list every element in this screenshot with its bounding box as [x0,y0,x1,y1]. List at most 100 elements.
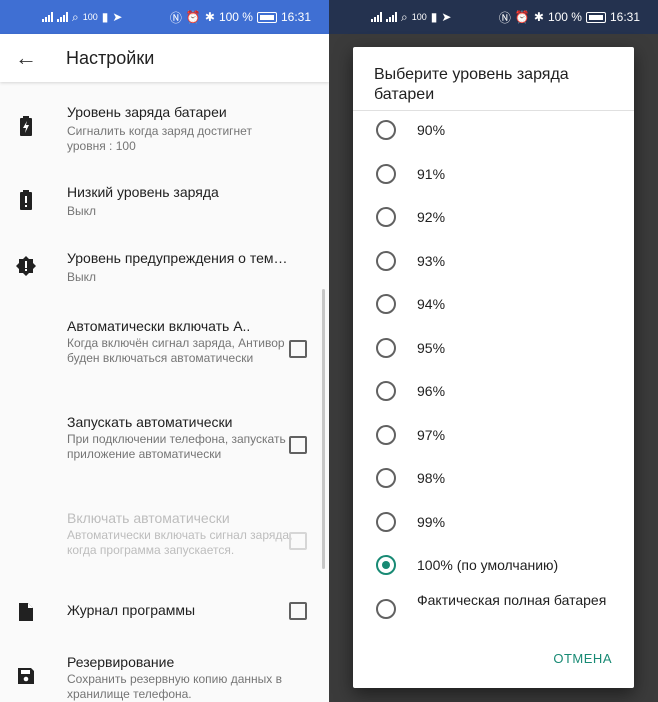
app-bar: ← Настройки [0,34,329,82]
battery-percent: 100 % [547,10,582,24]
dialog-screen: ⌕ 100 ▮ ➤ Ⓝ ⏰ ✱ 100 % 16:31 Выберите уро… [329,0,658,702]
signal-icon [386,12,397,22]
option-item[interactable]: 95% [353,328,634,368]
radio-button[interactable] [376,598,396,619]
setting-title: Уровень предупреждения о темпе.. [67,250,293,266]
save-icon [16,666,36,686]
temperature-alert-icon [16,256,36,276]
radio-button[interactable] [376,381,396,401]
option-label: 96% [417,383,446,399]
clock: 16:31 [280,10,311,24]
option-item[interactable]: 92% [353,197,634,237]
setting-low-battery[interactable]: Низкий уровень заряда Выкл [0,182,329,226]
network-speed: 100 [411,12,427,22]
setting-summary: Автоматически включать сигнал заряда, ко… [67,528,293,557]
option-label: 95% [417,339,446,356]
setting-summary: Сигналить когда заряд достигнет уровня :… [67,124,252,153]
setting-auto-alarm: Включать автоматически Автоматически вкл… [0,508,329,574]
setting-title: Резервирование [67,654,175,670]
telegram-icon: ➤ [441,10,452,24]
bluetooth-icon: ✱ [204,10,215,24]
settings-list: Уровень заряда батареи Сигналить когда з… [0,84,329,702]
scrollbar[interactable] [322,289,325,569]
sim-icon: ▮ [101,10,109,24]
clock: 16:31 [609,10,640,24]
setting-title: Запускать автоматически [67,414,233,430]
option-label: 91% [417,165,446,182]
option-item[interactable]: 98% [353,458,634,498]
setting-autostart[interactable]: Запускать автоматически При подключении … [0,412,329,478]
option-label: 93% [417,252,446,269]
telegram-icon: ➤ [112,10,123,24]
status-bar: ⌕ 100 ▮ ➤ Ⓝ ⏰ ✱ 100 % 16:31 [329,0,658,34]
cancel-button[interactable]: ОТМЕНА [553,651,612,666]
sim-icon: ▮ [430,10,438,24]
radio-button[interactable] [376,250,396,271]
signal-icon [42,12,53,22]
option-item[interactable]: 100% (по умолчанию) [353,545,634,585]
back-arrow-icon[interactable]: ← [0,45,52,71]
battery-percent: 100 % [218,10,253,24]
autostart-checkbox[interactable] [289,436,307,454]
setting-temperature-warning[interactable]: Уровень предупреждения о темпе.. Выкл [0,248,329,292]
setting-battery-level[interactable]: Уровень заряда батареи Сигналить когда з… [0,102,329,162]
radio-button[interactable] [376,424,396,445]
setting-title: Журнал программы [67,602,196,618]
nfc-icon: Ⓝ [498,10,511,25]
option-item[interactable]: 94% [353,284,634,324]
option-label: Фактическая полная батарея [417,591,607,608]
radio-button[interactable] [376,120,396,140]
radio-button[interactable] [376,294,396,314]
wifi-icon: ⌕ [72,9,79,24]
setting-title: Уровень заряда батареи [67,104,227,120]
battery-alert-icon [16,190,36,210]
option-item[interactable]: 91% [353,154,634,194]
radio-button[interactable] [376,337,396,358]
battery-level-dialog: Выберите уровень заряда батареи 90% 91% 92… [353,47,634,688]
signal-icon [371,12,382,22]
option-label: 92% [417,209,446,225]
option-label: 99% [417,513,446,530]
option-item[interactable]: Фактическая полная батарея [353,589,634,629]
setting-title: Включать автоматически [67,510,230,526]
nfc-icon: Ⓝ [169,10,182,25]
setting-title: Автоматически включать А.. [67,318,251,334]
auto-alarm-checkbox [289,532,307,550]
bluetooth-icon: ✱ [533,10,544,24]
settings-screen: ⌕ 100 ▮ ➤ Ⓝ ⏰ ✱ 100 % 16:31 ← Настройки … [0,0,329,702]
option-label: 94% [417,296,446,312]
option-item[interactable]: 90% [353,110,634,150]
option-label: 90% [417,122,446,138]
signal-icon [57,12,68,22]
setting-summary: Когда включён сигнал заряда, Антивор буд… [67,336,285,365]
option-item[interactable]: 96% [353,371,634,411]
radio-button[interactable] [376,207,396,227]
option-item[interactable]: 99% [353,502,634,542]
battery-icon [256,11,277,23]
radio-button[interactable] [376,555,396,575]
option-item[interactable]: 93% [353,241,634,281]
setting-backup[interactable]: Резервирование Сохранить резервную копию… [0,652,329,702]
status-bar: ⌕ 100 ▮ ➤ Ⓝ ⏰ ✱ 100 % 16:31 [0,0,329,34]
program-log-checkbox[interactable] [289,602,307,620]
option-label: 97% [417,426,446,443]
radio-button[interactable] [376,468,396,488]
radio-button[interactable] [376,511,396,532]
auto-enable-checkbox[interactable] [289,340,307,358]
setting-title: Низкий уровень заряда [67,184,219,200]
setting-summary: При подключении телефона, запускать прил… [67,432,286,461]
dialog-title: Выберите уровень заряда батареи [374,66,569,103]
alarm-icon: ⏰ [185,10,201,24]
setting-summary: Выкл [67,270,97,284]
battery-charging-icon [16,116,36,136]
page-title: Настройки [66,47,155,68]
setting-summary: Сохранить резервную копию данных в храни… [67,672,282,701]
radio-button[interactable] [376,163,396,184]
setting-program-log[interactable]: Журнал программы [0,600,329,630]
battery-icon [585,11,606,23]
file-icon [16,602,36,622]
option-label: 100% (по умолчанию) [417,557,559,573]
option-item[interactable]: 97% [353,415,634,455]
option-label: 98% [417,470,446,486]
setting-auto-enable-antitheft[interactable]: Автоматически включать А.. Когда включён… [0,316,329,382]
